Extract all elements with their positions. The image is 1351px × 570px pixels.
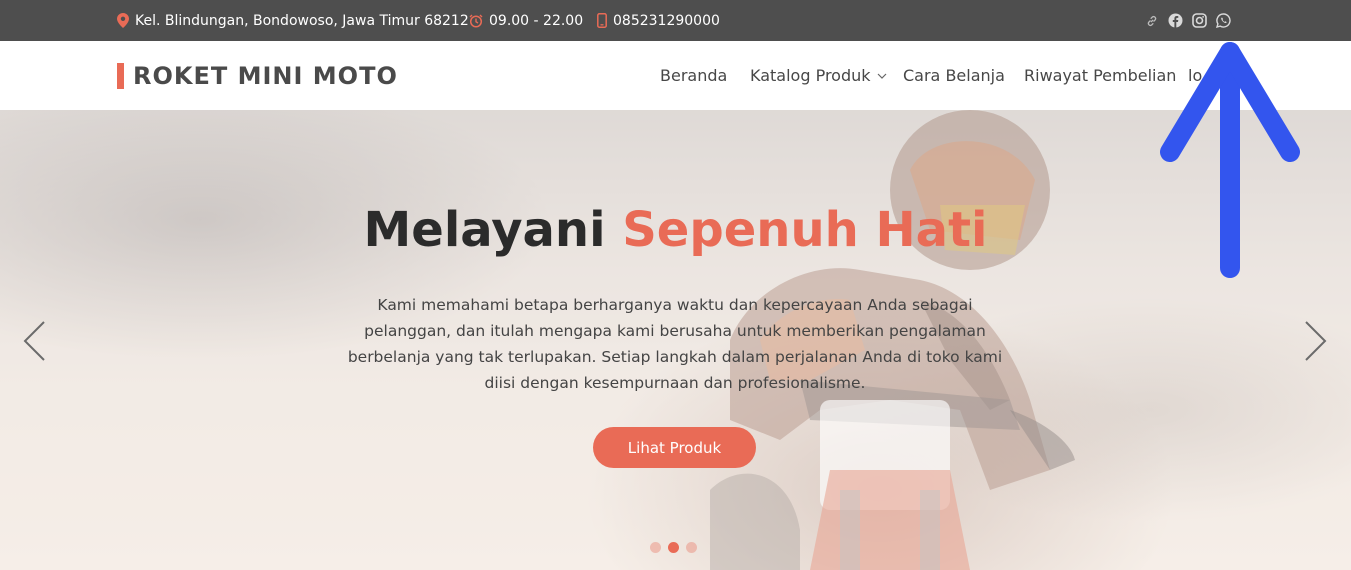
hero-carousel: Melayani Sepenuh Hati Kami memahami beta… <box>0 110 1351 570</box>
nav-label: Riwayat Pembelian <box>1024 66 1177 85</box>
carousel-dot-1[interactable] <box>650 542 661 553</box>
instagram-icon[interactable] <box>1192 13 1207 28</box>
nav-login[interactable]: lo <box>1188 41 1202 110</box>
nav-label: Beranda <box>660 66 728 85</box>
hours-text: 09.00 - 22.00 <box>489 12 584 29</box>
phone-icon <box>597 13 607 28</box>
nav-label: Katalog Produk <box>750 66 871 85</box>
carousel-next-button[interactable] <box>1300 320 1330 362</box>
whatsapp-icon[interactable] <box>1216 13 1231 28</box>
main-header: ROKET MINI MOTO Beranda Katalog Produk C… <box>0 41 1351 110</box>
phone-info: 085231290000 <box>597 0 720 41</box>
nav-riwayat-pembelian[interactable]: Riwayat Pembelian <box>1024 41 1176 110</box>
chevron-down-icon <box>877 73 886 79</box>
nav-label: lo <box>1188 66 1203 85</box>
address-info: Kel. Blindungan, Bondowoso, Jawa Timur 6… <box>117 0 469 41</box>
facebook-icon[interactable] <box>1168 13 1183 28</box>
top-info-bar: Kel. Blindungan, Bondowoso, Jawa Timur 6… <box>0 0 1351 41</box>
brand-name: ROKET MINI MOTO <box>133 61 398 90</box>
lihat-produk-button[interactable]: Lihat Produk <box>593 427 756 468</box>
hours-info: 09.00 - 22.00 <box>469 0 583 41</box>
phone-text: 085231290000 <box>613 12 720 29</box>
chevron-right-icon <box>1305 321 1327 361</box>
hero-title-main: Melayani <box>363 202 623 258</box>
brand-logo[interactable]: ROKET MINI MOTO <box>117 41 398 110</box>
address-text: Kel. Blindungan, Bondowoso, Jawa Timur 6… <box>135 12 469 29</box>
map-pin-icon <box>117 13 129 28</box>
hero-description: Kami memahami betapa berharganya waktu d… <box>347 296 1003 392</box>
carousel-indicators <box>650 542 704 553</box>
link-icon[interactable] <box>1146 15 1158 27</box>
brand-accent-bar <box>117 62 124 89</box>
nav-beranda[interactable]: Beranda <box>660 41 727 110</box>
nav-cara-belanja[interactable]: Cara Belanja <box>903 41 1005 110</box>
hero-title-accent: Sepenuh Hati <box>622 202 988 258</box>
carousel-prev-button[interactable] <box>20 320 50 362</box>
hero-title: Melayani Sepenuh Hati <box>0 202 1351 258</box>
alarm-clock-icon <box>469 14 483 28</box>
social-links <box>1146 0 1231 41</box>
carousel-dot-3[interactable] <box>686 542 697 553</box>
nav-katalog-produk[interactable]: Katalog Produk <box>750 41 888 110</box>
nav-label: Cara Belanja <box>903 66 1005 85</box>
chevron-left-icon <box>23 321 45 361</box>
carousel-dot-2[interactable] <box>668 542 679 553</box>
